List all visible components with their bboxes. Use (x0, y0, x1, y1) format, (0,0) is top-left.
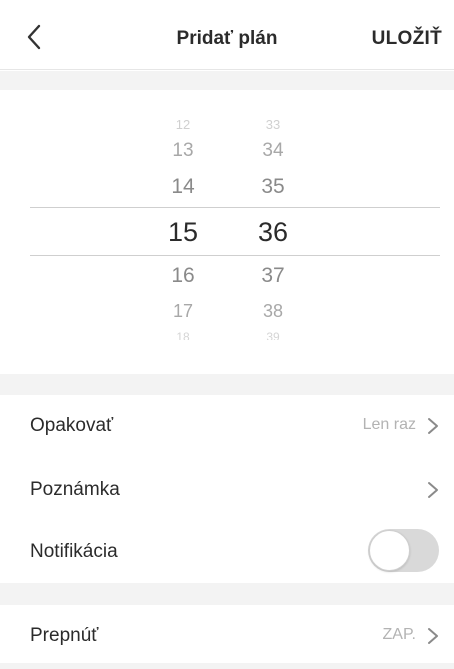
toggle-knob (369, 530, 410, 571)
hour-option[interactable]: 16 (153, 264, 213, 288)
selection-line-top (30, 207, 440, 208)
minute-option[interactable]: 33 (243, 117, 303, 132)
notification-toggle[interactable] (368, 529, 439, 572)
notification-label: Notifikácia (30, 541, 118, 562)
save-button[interactable]: ULOŽIŤ (372, 28, 442, 50)
hour-option[interactable]: 17 (153, 301, 213, 322)
switch-section: Prepnúť ZAP. (0, 605, 454, 663)
chevron-right-icon (426, 415, 440, 437)
minute-option[interactable]: 35 (243, 175, 303, 199)
notification-row: Notifikácia (0, 521, 454, 581)
time-picker[interactable]: 12 13 14 15 16 17 18 33 34 35 36 37 38 3… (0, 90, 454, 374)
top-bar: Pridať plán ULOŽIŤ (0, 0, 454, 70)
section-divider (0, 583, 454, 605)
minute-option[interactable]: 38 (243, 301, 303, 322)
chevron-right-icon (426, 625, 440, 647)
switch-label: Prepnúť (30, 625, 99, 646)
hour-option[interactable]: 14 (153, 175, 213, 199)
hour-option[interactable]: 18 (153, 331, 213, 340)
hour-option[interactable]: 13 (153, 140, 213, 162)
minute-selected[interactable]: 36 (243, 217, 303, 248)
note-label: Poznámka (30, 479, 120, 500)
note-row[interactable]: Poznámka (0, 459, 454, 519)
bottom-divider (0, 663, 454, 669)
section-divider (0, 374, 454, 395)
minute-option[interactable]: 34 (243, 140, 303, 162)
hour-option[interactable]: 12 (153, 117, 213, 132)
minute-option[interactable]: 39 (243, 331, 303, 340)
selection-line-bottom (30, 255, 440, 256)
repeat-value: Len raz (362, 416, 416, 433)
minute-option[interactable]: 37 (243, 264, 303, 288)
switch-value: ZAP. (382, 626, 417, 643)
repeat-row[interactable]: Opakovať Len raz (0, 395, 454, 455)
switch-row[interactable]: Prepnúť ZAP. (0, 605, 454, 665)
chevron-right-icon (426, 479, 440, 501)
section-divider (0, 71, 454, 90)
repeat-label: Opakovať (30, 415, 114, 436)
hour-selected[interactable]: 15 (153, 217, 213, 248)
settings-list: Opakovať Len raz Poznámka Notifikácia (0, 395, 454, 583)
